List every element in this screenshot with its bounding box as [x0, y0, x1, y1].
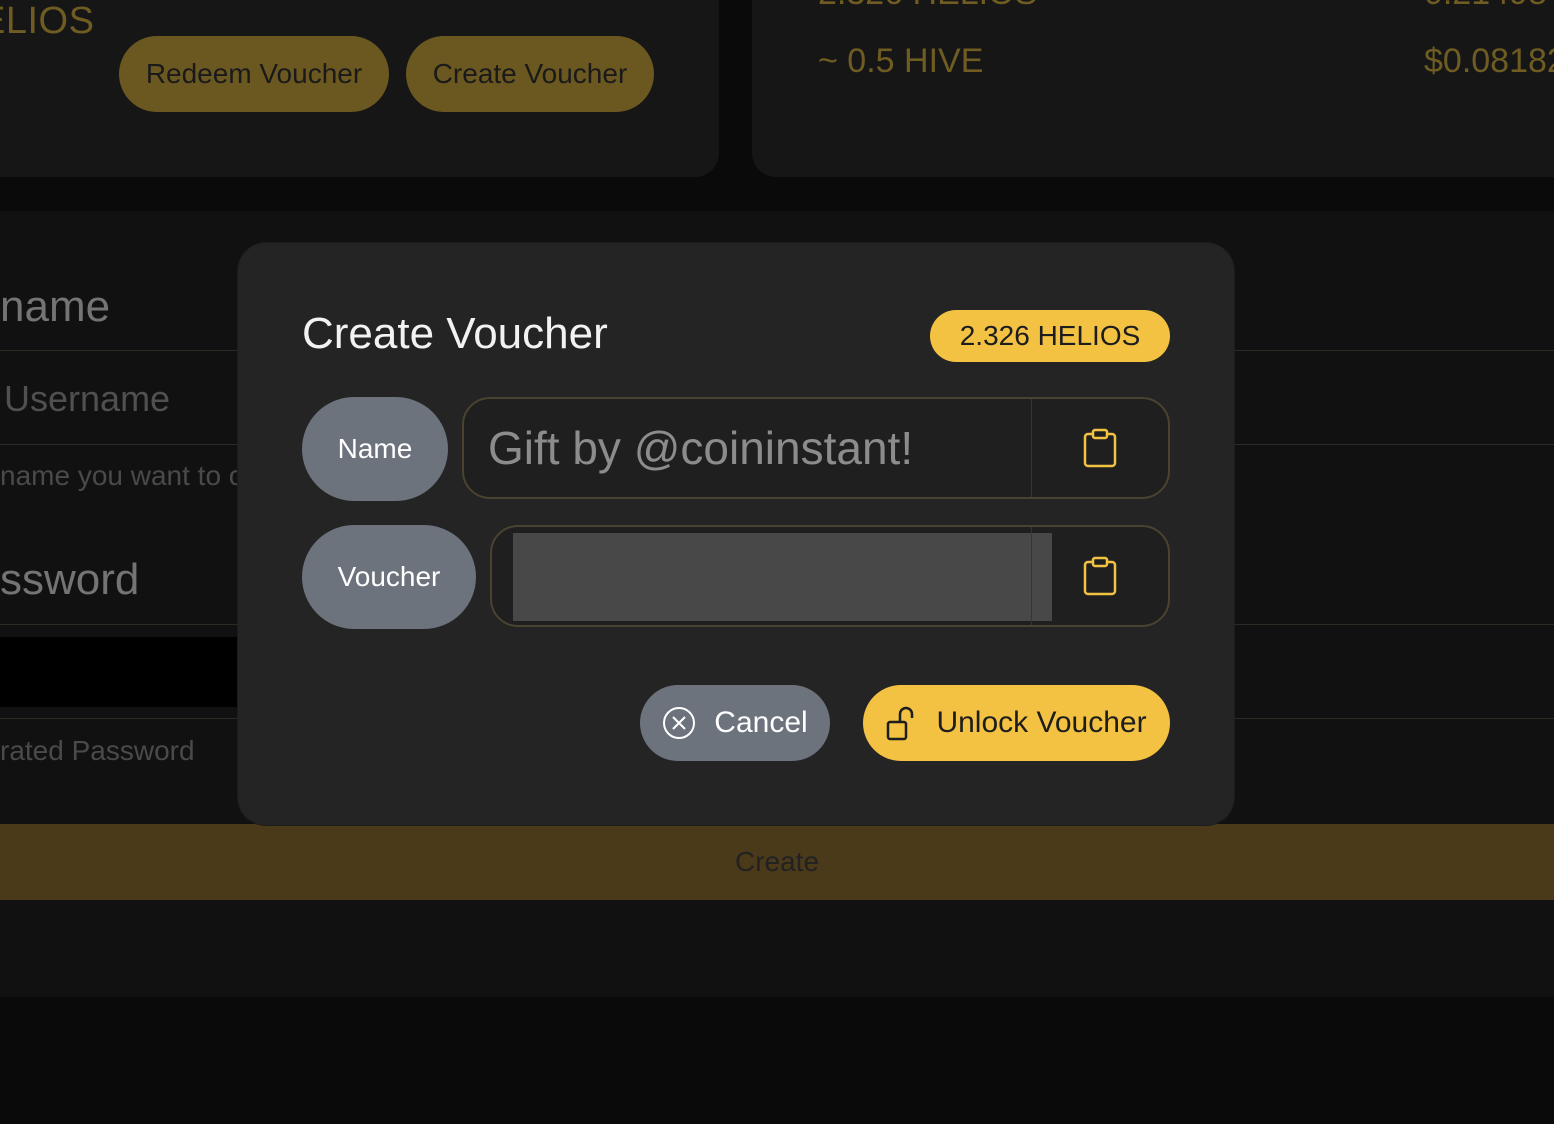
username-label: name [0, 282, 111, 331]
cancel-label: Cancel [714, 706, 808, 739]
username-help-text: name you want to c [0, 460, 243, 491]
name-input-group [462, 397, 1170, 499]
helios-amount: 2.326 HELIOS [818, 0, 1037, 13]
name-input[interactable] [464, 399, 1034, 497]
name-field-label: Name [302, 397, 448, 501]
voucher-field-label: Voucher [302, 525, 476, 629]
x-circle-icon [662, 706, 696, 740]
balance-token-label: ELIOS [0, 0, 95, 42]
voucher-input[interactable] [513, 533, 1052, 621]
hive-equivalent: ~ 0.5 HIVE [818, 42, 984, 80]
redeem-voucher-button[interactable]: Redeem Voucher [119, 36, 389, 112]
password-label: ssword [0, 555, 140, 604]
clipboard-icon [1082, 556, 1118, 596]
rate-value: 0.21498 [1424, 0, 1547, 13]
cancel-button[interactable]: Cancel [640, 685, 830, 761]
dialog-title: Create Voucher [302, 309, 608, 358]
paste-name-button[interactable] [1031, 399, 1168, 497]
create-voucher-button[interactable]: Create Voucher [406, 36, 654, 112]
unlock-voucher-button[interactable]: Unlock Voucher [863, 685, 1170, 761]
voucher-input-group [490, 525, 1170, 627]
password-help-text: rated Password [0, 735, 195, 766]
unlock-icon [886, 705, 916, 741]
price-card [752, 0, 1554, 177]
username-input[interactable]: / Username [0, 378, 170, 420]
paste-voucher-button[interactable] [1031, 527, 1168, 625]
create-account-button[interactable]: Create [0, 824, 1554, 900]
create-account-label: Create [734, 846, 820, 877]
clipboard-icon [1082, 428, 1118, 468]
page: ELIOS Redeem Voucher Create Voucher 2.32… [0, 0, 1554, 1124]
unlock-label: Unlock Voucher [936, 706, 1147, 739]
usd-value: $0.08182 [1424, 42, 1554, 80]
balance-badge: 2.326 HELIOS [930, 310, 1170, 362]
create-voucher-dialog: Create Voucher 2.326 HELIOS Name Voucher [238, 243, 1234, 825]
